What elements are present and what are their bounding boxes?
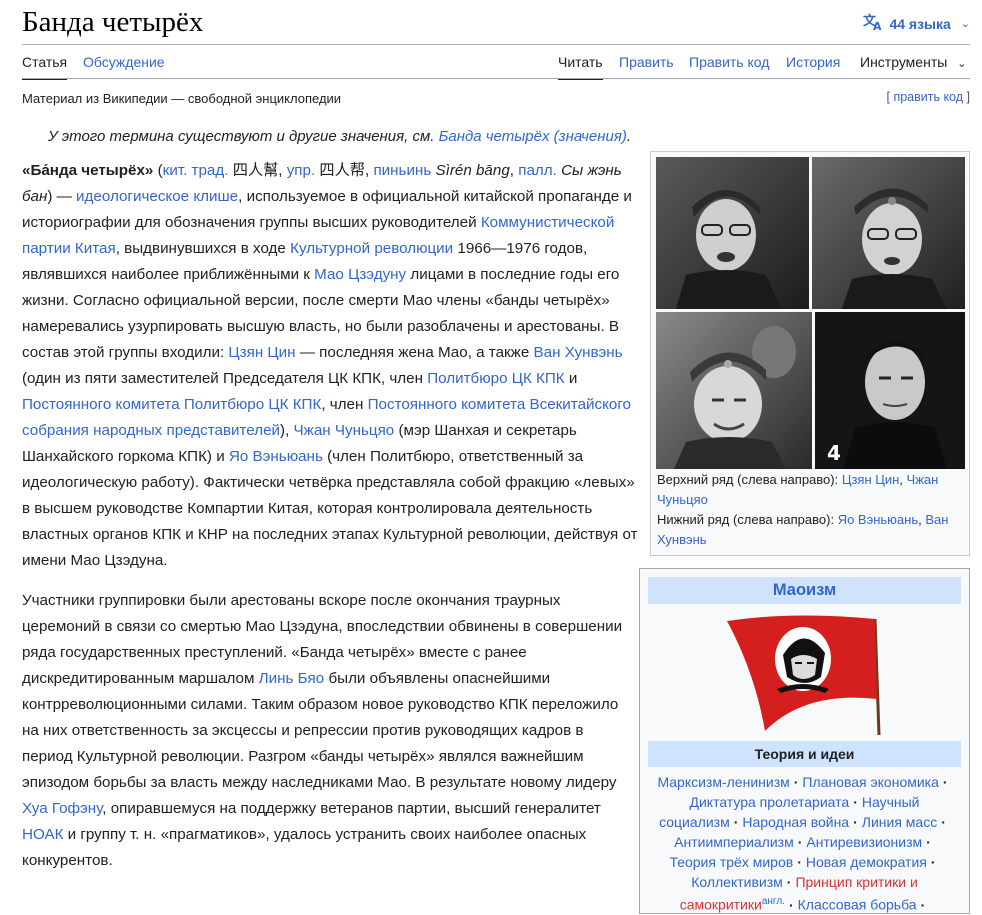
chevron-down-icon: ⌄ bbox=[960, 18, 970, 30]
svg-text:A: A bbox=[873, 20, 882, 31]
language-count: 44 языка bbox=[889, 15, 951, 32]
link-cultural-revolution[interactable]: Культурной революции bbox=[290, 240, 453, 257]
tab-history[interactable]: История bbox=[786, 54, 840, 78]
photo-jiang-qing[interactable] bbox=[656, 157, 809, 309]
link-palladius[interactable]: палл. bbox=[518, 162, 557, 179]
link-pinyin[interactable]: пиньинь bbox=[373, 162, 431, 179]
site-tagline: Материал из Википедии — свободной энцикл… bbox=[22, 91, 342, 106]
link-hua-guofeng[interactable]: Хуа Гофэну bbox=[22, 800, 102, 817]
maoism-flag-image[interactable] bbox=[725, 613, 885, 742]
hatnote-end: . bbox=[626, 128, 632, 145]
link-wang-hongwen[interactable]: Ван Хунвэнь bbox=[534, 344, 623, 361]
link-yao-wenyuan[interactable]: Яо Вэньюань bbox=[229, 448, 323, 465]
bracket-open: [ bbox=[886, 90, 890, 104]
tools-label: Инструменты bbox=[860, 54, 948, 70]
bracket-close: ] bbox=[966, 90, 970, 104]
sidebar-item[interactable]: Марксизм-ленинизм bbox=[657, 774, 789, 790]
image-caption: Верхний ряд (слева направо): Цзян Цин, Ч… bbox=[657, 472, 949, 547]
caption-bottom-row: Нижний ряд (слева направо): bbox=[657, 512, 838, 527]
link-standing-committee[interactable]: Постоянного комитета Политбюро ЦК КПК bbox=[22, 396, 321, 413]
photo-number-label: 4 bbox=[827, 441, 841, 465]
gang-of-four-image-box: 4 Верхний ряд (слева направо): Цзян Цин,… bbox=[650, 151, 970, 556]
photo-yao-wenyuan[interactable] bbox=[656, 312, 812, 469]
sidebar-item[interactable]: Антиимпериализм bbox=[674, 834, 794, 850]
link-upr[interactable]: упр. bbox=[287, 162, 315, 179]
tab-read[interactable]: Читать bbox=[558, 54, 603, 80]
tabs-divider bbox=[22, 78, 970, 79]
sidebar-item-english-link[interactable]: англ. bbox=[762, 896, 785, 907]
sidebar-item[interactable]: Новая демократия bbox=[806, 854, 927, 870]
hatnote-link[interactable]: Банда четырёх (значения) bbox=[439, 128, 627, 145]
hanzi-simplified: 四人帮 bbox=[319, 162, 365, 179]
link-pla[interactable]: НОАК bbox=[22, 826, 63, 843]
translate-icon: 文 A bbox=[863, 13, 883, 34]
caption-link-yao-wenyuan[interactable]: Яо Вэньюань bbox=[838, 512, 918, 527]
maoism-sidebar: Маоизм Теория и идеи Марксизм-ленинизм · П… bbox=[639, 568, 970, 914]
photo-wang-hongwen[interactable]: 4 bbox=[815, 312, 965, 469]
sidebar-item[interactable]: Плановая экономика bbox=[802, 774, 938, 790]
link-mao[interactable]: Мао Цзэдуну bbox=[314, 266, 406, 283]
pinyin-text: Sìrén bāng bbox=[435, 162, 510, 179]
language-button[interactable]: 文 A 44 языка ⌄ bbox=[863, 13, 970, 34]
tools-menu[interactable]: Инструменты ⌄ bbox=[860, 54, 966, 78]
sidebar-section-heading: Теория и идеи bbox=[648, 741, 961, 767]
sidebar-item[interactable]: Классовая борьба bbox=[798, 897, 917, 913]
hatnote: У этого термина существуют и другие знач… bbox=[48, 128, 631, 145]
link-kit-trad[interactable]: кит. трад. bbox=[163, 162, 229, 179]
link-zhang-chunqiao[interactable]: Чжан Чуньцяо bbox=[294, 422, 395, 439]
link-politburo[interactable]: Политбюро ЦК КПК bbox=[427, 370, 564, 387]
paragraph-1: «Ба́нда четырёх» (кит. трад. 四人幫, упр. 四… bbox=[22, 162, 638, 569]
sidebar-title-link[interactable]: Маоизм bbox=[648, 577, 961, 604]
sidebar-item[interactable]: Народная война bbox=[742, 814, 849, 830]
edit-code-link[interactable]: править код bbox=[893, 90, 963, 104]
link-jiang-qing[interactable]: Цзян Цин bbox=[228, 344, 295, 361]
tab-edit[interactable]: Править bbox=[619, 54, 674, 78]
page-tabs: Статья Обсуждение Читать Править Править… bbox=[22, 46, 970, 80]
photo-zhang-chunqiao[interactable] bbox=[812, 157, 965, 309]
lead-term: «Ба́нда четырёх» bbox=[22, 162, 154, 179]
hatnote-text: У этого термина существуют и другие знач… bbox=[48, 128, 435, 145]
hanzi-traditional: 四人幫 bbox=[232, 162, 279, 179]
caption-top-row: Верхний ряд (слева направо): bbox=[657, 472, 842, 487]
link-lin-biao[interactable]: Линь Бяо bbox=[259, 670, 325, 687]
paragraph-2: Участники группировки были арестованы вс… bbox=[22, 592, 623, 869]
tab-article[interactable]: Статья bbox=[22, 54, 68, 80]
edit-section: [ править код ] bbox=[886, 90, 970, 104]
page-title: Банда четырёх bbox=[22, 6, 204, 38]
caption-link-jiang-qing[interactable]: Цзян Цин bbox=[842, 472, 899, 487]
sidebar-item[interactable]: Теория трёх миров bbox=[669, 854, 793, 870]
sidebar-item[interactable]: Линия масс bbox=[862, 814, 937, 830]
chevron-down-icon: ⌄ bbox=[957, 58, 967, 70]
tab-talk[interactable]: Обсуждение bbox=[83, 54, 165, 78]
sidebar-item[interactable]: Диктатура пролетариата bbox=[689, 794, 849, 810]
article-body: «Ба́нда четырёх» (кит. трад. 四人幫, упр. 四… bbox=[22, 158, 638, 888]
header-divider bbox=[22, 44, 970, 45]
sidebar-item[interactable]: Антиревизионизм bbox=[806, 834, 922, 850]
link-ideological-cliche[interactable]: идеологическое клише bbox=[76, 188, 238, 205]
tab-edit-source[interactable]: Править код bbox=[689, 54, 769, 78]
sidebar-link-list: Марксизм-ленинизм · Плановая экономика · Ди… bbox=[657, 774, 948, 913]
sidebar-item[interactable]: Коллективизм bbox=[691, 874, 783, 890]
